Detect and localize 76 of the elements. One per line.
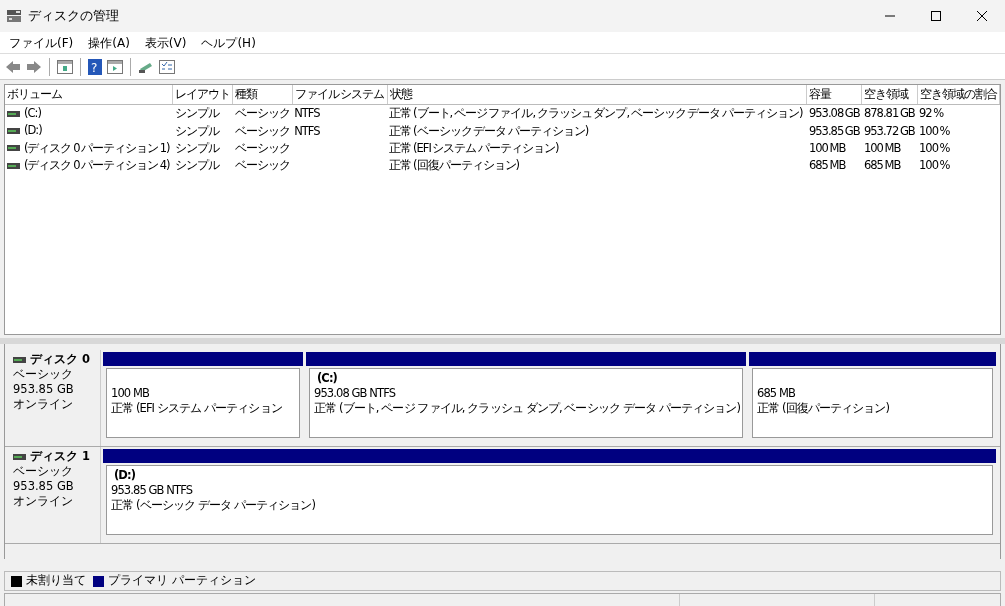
panel-icon[interactable] <box>56 58 74 75</box>
partition-block[interactable]: (C:) 953.08 GB NTFS 正常 (ブート, ページ ファイル, クラッシュ ダンプ, ベーシック データ パーティション) <box>309 368 743 438</box>
table-cell: NTFS <box>294 106 320 121</box>
table-cell: ベーシック <box>234 123 290 138</box>
close-icon[interactable] <box>977 11 987 21</box>
table-cell: シンプル <box>174 123 219 138</box>
table-cell: 953.72 GB <box>864 123 915 138</box>
menu-item[interactable]: 操作(A) <box>82 33 136 52</box>
legend-label: プライマリ パーティション <box>108 572 256 590</box>
window-title: ディスクの管理 <box>28 6 120 25</box>
forward-arrow-icon[interactable] <box>25 58 43 75</box>
disk-size: 953.85 GB <box>13 382 75 397</box>
table-cell: ベーシック <box>234 140 290 155</box>
table-cell: ベーシック <box>234 106 290 121</box>
back-arrow-icon[interactable] <box>4 58 22 75</box>
table-cell: 正常 (ブート, ページ ファイル, クラッシュ ダンプ, ベーシック データ パーティション) <box>389 106 803 121</box>
table-cell: シンプル <box>174 106 219 121</box>
table-cell: シンプル <box>174 158 219 172</box>
partition-status: 正常 (EFI システム パーティション <box>111 401 283 416</box>
partition-status: 正常 (ブート, ページ ファイル, クラッシュ ダンプ, ベーシック データ パーティション) <box>314 401 738 416</box>
table-cell: 953.08 GB <box>808 106 860 121</box>
menu-item[interactable]: ヘルプ(H) <box>195 33 262 52</box>
table-cell: 100 % <box>919 158 950 172</box>
disk-name: ディスク 0 <box>30 352 90 367</box>
partition-label: (C:) <box>316 371 338 386</box>
column-header[interactable]: 種類 <box>232 85 293 105</box>
table-cell: ベーシック <box>234 158 290 172</box>
table-cell: (C:) <box>24 105 41 123</box>
table-cell: シンプル <box>174 140 219 155</box>
menu-item[interactable]: 表示(V) <box>138 33 193 52</box>
disk-status: オンライン <box>13 494 74 509</box>
partition-status: 正常 (回復パーティション) <box>757 401 891 416</box>
checklist-icon[interactable] <box>158 58 176 75</box>
help-icon[interactable]: ? <box>87 57 103 76</box>
partition-size: 685 MB <box>757 386 797 401</box>
partition-size: 100 MB <box>111 386 151 401</box>
partition-block[interactable]: 100 MB 正常 (EFI システム パーティション <box>106 368 300 438</box>
table-cell: 685 MB <box>808 158 846 172</box>
table-cell-text: (ディスク 0 パーティション 4) <box>24 156 170 174</box>
maximize-icon[interactable] <box>931 11 941 21</box>
column-header[interactable]: レイアウト <box>172 85 233 105</box>
partition-status: 正常 (ベーシック データ パーティション) <box>111 498 317 513</box>
disk-status: オンライン <box>13 397 74 412</box>
table-cell: 100 % <box>919 123 950 138</box>
menu-item[interactable]: ファイル(F) <box>3 33 80 52</box>
column-header[interactable]: ボリューム <box>5 85 173 105</box>
column-header[interactable]: 容量 <box>806 85 862 105</box>
partition-size: 953.85 GB NTFS <box>111 483 194 498</box>
table-cell: 92 % <box>919 106 944 121</box>
table-cell: 正常 (EFI システム パーティション) <box>389 140 559 155</box>
table-cell: 878.81 GB <box>864 106 915 121</box>
disk-management-icon <box>6 9 22 23</box>
table-cell: 685 MB <box>864 158 901 172</box>
column-header[interactable]: 空き領域 <box>862 85 917 105</box>
disk-size: 953.85 GB <box>13 479 75 494</box>
disk-type: ベーシック <box>13 464 74 479</box>
table-cell: 正常 (回復パーティション) <box>389 158 520 172</box>
partition-size: 953.08 GB NTFS <box>314 386 397 401</box>
table-cell: 正常 (ベーシック データ パーティション) <box>389 123 589 138</box>
table-cell: 100 MB <box>864 140 901 155</box>
disk-name: ディスク 1 <box>30 449 90 464</box>
table-cell: 100 % <box>919 140 950 155</box>
partition-block[interactable]: 685 MB 正常 (回復パーティション) <box>752 368 993 438</box>
column-header[interactable]: ファイル システム <box>292 85 388 105</box>
column-header[interactable]: 空き領域の割合 <box>917 85 1000 105</box>
column-header[interactable]: 状態 <box>387 85 807 105</box>
legend-label: 未割り当て <box>26 572 86 590</box>
partition-label: (D:) <box>113 468 137 483</box>
panel-icon[interactable] <box>106 58 124 75</box>
partition-block[interactable]: (D:) 953.85 GB NTFS 正常 (ベーシック データ パーティション) <box>106 465 993 535</box>
table-cell: 100 MB <box>808 140 846 155</box>
table-cell: 953.85 GB <box>808 123 860 138</box>
table-cell: NTFS <box>294 123 320 138</box>
disk-type: ベーシック <box>13 367 74 382</box>
table-cell: (ディスク 0 パーティション 1) <box>24 139 170 157</box>
table-cell: (D:) <box>24 122 42 140</box>
